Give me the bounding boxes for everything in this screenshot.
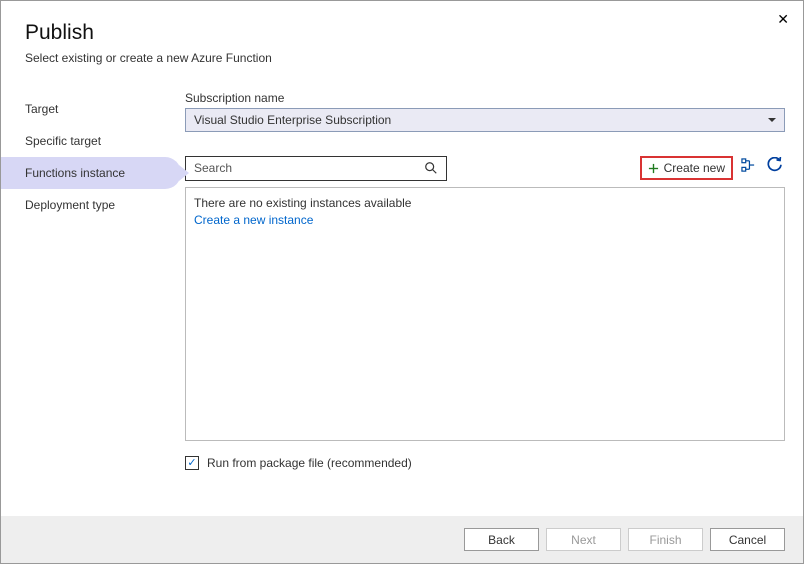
search-box	[185, 156, 447, 181]
finish-button: Finish	[628, 528, 703, 551]
search-input[interactable]	[194, 161, 424, 175]
sidebar-item-deployment-type[interactable]: Deployment type	[1, 189, 173, 221]
subscription-dropdown[interactable]: Visual Studio Enterprise Subscription	[185, 108, 785, 132]
wizard-steps-sidebar: Target Specific target Functions instanc…	[1, 91, 173, 470]
sidebar-item-target[interactable]: Target	[1, 93, 173, 125]
back-button[interactable]: Back	[464, 528, 539, 551]
create-instance-link[interactable]: Create a new instance	[194, 213, 776, 227]
create-new-label: Create new	[664, 161, 725, 175]
empty-message: There are no existing instances availabl…	[194, 196, 776, 210]
sidebar-item-functions-instance[interactable]: Functions instance	[1, 157, 181, 189]
page-subtitle: Select existing or create a new Azure Fu…	[25, 51, 779, 65]
next-button: Next	[546, 528, 621, 551]
subscription-value: Visual Studio Enterprise Subscription	[194, 113, 391, 127]
create-new-button[interactable]: Create new	[640, 156, 733, 180]
dialog-header: Publish Select existing or create a new …	[1, 1, 803, 91]
checkbox-label: Run from package file (recommended)	[207, 456, 412, 470]
close-icon[interactable]: ✕	[773, 7, 793, 32]
plus-icon	[648, 163, 659, 174]
sidebar-item-label: Specific target	[25, 134, 101, 148]
sidebar-item-label: Target	[25, 102, 58, 116]
page-title: Publish	[25, 21, 779, 45]
subscription-label: Subscription name	[185, 91, 785, 105]
instances-list: There are no existing instances availabl…	[185, 187, 785, 441]
run-from-package-checkbox[interactable]: ✓	[185, 456, 199, 470]
tree-view-icon[interactable]	[739, 156, 758, 180]
sidebar-item-label: Functions instance	[25, 166, 125, 180]
refresh-icon[interactable]	[764, 155, 785, 181]
dialog-footer: Back Next Finish Cancel	[1, 516, 803, 563]
sidebar-item-specific-target[interactable]: Specific target	[1, 125, 173, 157]
search-icon[interactable]	[424, 161, 438, 175]
cancel-button[interactable]: Cancel	[710, 528, 785, 551]
sidebar-item-label: Deployment type	[25, 198, 115, 212]
